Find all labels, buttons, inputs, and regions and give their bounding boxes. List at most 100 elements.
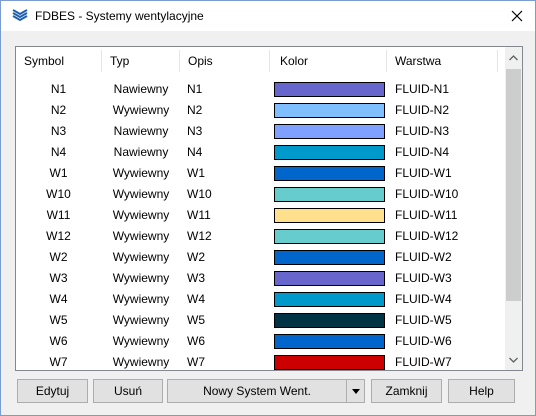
- table-row[interactable]: W6 Wywiewny W6 FLUID-W6: [16, 331, 505, 352]
- warstwa-cell: FLUID-W2: [395, 250, 452, 264]
- color-cell: [273, 247, 385, 268]
- symbol-cell: N2: [50, 103, 67, 117]
- typ-cell: Nawiewny: [113, 124, 169, 138]
- fdbes-logo-icon: [12, 9, 28, 22]
- color-cell: [273, 226, 385, 247]
- edit-button[interactable]: Edytuj: [17, 379, 88, 403]
- column-header-symbol[interactable]: Symbol: [16, 47, 102, 75]
- typ-cell: Nawiewny: [113, 82, 169, 96]
- list-rows: N1 Nawiewny N1 FLUID-N1 N2 Wywiewny N2 F…: [16, 79, 505, 370]
- color-cell: [273, 163, 385, 184]
- help-button[interactable]: Help: [448, 379, 515, 403]
- color-swatch: [274, 82, 385, 97]
- typ-cell: Wywiewny: [112, 334, 170, 348]
- color-swatch: [274, 313, 385, 328]
- chevron-up-icon: [509, 54, 518, 60]
- typ-cell: Wywiewny: [112, 229, 170, 243]
- typ-cell: Wywiewny: [112, 166, 170, 180]
- column-header-typ[interactable]: Typ: [102, 47, 180, 75]
- table-row[interactable]: W11 Wywiewny W11 FLUID-W11: [16, 205, 505, 226]
- color-swatch: [274, 250, 385, 265]
- color-swatch: [274, 229, 385, 244]
- table-row[interactable]: W3 Wywiewny W3 FLUID-W3: [16, 268, 505, 289]
- color-swatch: [274, 271, 385, 286]
- new-system-label: Nowy System Went.: [203, 384, 311, 398]
- systems-list[interactable]: Symbol Typ Opis Kolor Warstwa N1 Nawiewn…: [15, 46, 523, 371]
- warstwa-cell: FLUID-W11: [395, 208, 458, 222]
- column-header-warstwa[interactable]: Warstwa: [387, 47, 497, 75]
- scroll-down-button[interactable]: [505, 351, 522, 368]
- color-swatch: [274, 292, 385, 307]
- color-cell: [273, 289, 385, 310]
- symbol-cell: W11: [46, 208, 71, 222]
- color-swatch: [274, 166, 385, 181]
- close-icon: [511, 10, 523, 22]
- table-row[interactable]: W12 Wywiewny W12 FLUID-W12: [16, 226, 505, 247]
- color-swatch: [274, 145, 385, 160]
- opis-cell: W1: [187, 166, 205, 180]
- typ-cell: Wywiewny: [112, 271, 170, 285]
- color-swatch: [274, 208, 385, 223]
- symbol-cell: W12: [46, 229, 71, 243]
- symbol-cell: W7: [49, 355, 68, 369]
- typ-cell: Wywiewny: [112, 355, 170, 369]
- column-divider[interactable]: [497, 50, 498, 72]
- color-cell: [273, 142, 385, 163]
- opis-cell: W2: [187, 250, 205, 264]
- table-row[interactable]: N2 Wywiewny N2 FLUID-N2: [16, 100, 505, 121]
- color-cell: [273, 121, 385, 142]
- window-title: FDBES - Systemy wentylacyjne: [35, 9, 204, 23]
- typ-cell: Wywiewny: [112, 187, 170, 201]
- color-swatch: [274, 355, 385, 370]
- scroll-up-button[interactable]: [505, 49, 522, 66]
- table-row[interactable]: N3 Nawiewny N3 FLUID-N3: [16, 121, 505, 142]
- close-button[interactable]: Zamknij: [371, 379, 442, 403]
- warstwa-cell: FLUID-W3: [395, 271, 452, 285]
- warstwa-cell: FLUID-W12: [395, 229, 459, 243]
- warstwa-cell: FLUID-N1: [395, 82, 450, 96]
- opis-cell: W10: [187, 187, 212, 201]
- symbol-cell: W4: [49, 292, 68, 306]
- close-window-button[interactable]: [505, 4, 529, 28]
- table-row[interactable]: W7 Wywiewny W7 FLUID-W7: [16, 352, 505, 370]
- table-row[interactable]: W10 Wywiewny W10 FLUID-W10: [16, 184, 505, 205]
- symbol-cell: N1: [50, 82, 67, 96]
- table-row[interactable]: W1 Wywiewny W1 FLUID-W1: [16, 163, 505, 184]
- new-system-dropdown-button[interactable]: [346, 380, 364, 402]
- opis-cell: W7: [187, 355, 205, 369]
- color-swatch: [274, 124, 385, 139]
- opis-cell: W5: [187, 313, 205, 327]
- new-system-split-button[interactable]: Nowy System Went.: [167, 379, 365, 403]
- column-header-kolor[interactable]: Kolor: [270, 47, 387, 75]
- opis-cell: W3: [187, 271, 205, 285]
- table-row[interactable]: N4 Nawiewny N4 FLUID-N4: [16, 142, 505, 163]
- color-cell: [273, 352, 385, 370]
- warstwa-cell: FLUID-W6: [395, 334, 452, 348]
- table-row[interactable]: N1 Nawiewny N1 FLUID-N1: [16, 79, 505, 100]
- opis-cell: N1: [187, 82, 203, 96]
- delete-button[interactable]: Usuń: [93, 379, 163, 403]
- vertical-scrollbar[interactable]: [505, 47, 522, 370]
- opis-cell: W11: [187, 208, 211, 222]
- symbol-cell: W5: [49, 313, 68, 327]
- scrollbar-thumb[interactable]: [506, 69, 521, 301]
- warstwa-cell: FLUID-N2: [395, 103, 450, 117]
- symbol-cell: W3: [49, 271, 68, 285]
- triangle-down-icon: [351, 388, 360, 394]
- typ-cell: Wywiewny: [112, 313, 170, 327]
- list-header: Symbol Typ Opis Kolor Warstwa: [16, 47, 505, 75]
- column-header-opis[interactable]: Opis: [180, 47, 270, 75]
- warstwa-cell: FLUID-W1: [395, 166, 452, 180]
- opis-cell: W6: [187, 334, 205, 348]
- table-row[interactable]: W4 Wywiewny W4 FLUID-W4: [16, 289, 505, 310]
- opis-cell: N2: [187, 103, 203, 117]
- warstwa-cell: FLUID-W7: [395, 355, 452, 369]
- table-row[interactable]: W5 Wywiewny W5 FLUID-W5: [16, 310, 505, 331]
- color-cell: [273, 268, 385, 289]
- color-cell: [273, 205, 385, 226]
- color-cell: [273, 310, 385, 331]
- color-cell: [273, 331, 385, 352]
- table-row[interactable]: W2 Wywiewny W2 FLUID-W2: [16, 247, 505, 268]
- typ-cell: Nawiewny: [113, 145, 169, 159]
- chevron-down-icon: [509, 357, 518, 363]
